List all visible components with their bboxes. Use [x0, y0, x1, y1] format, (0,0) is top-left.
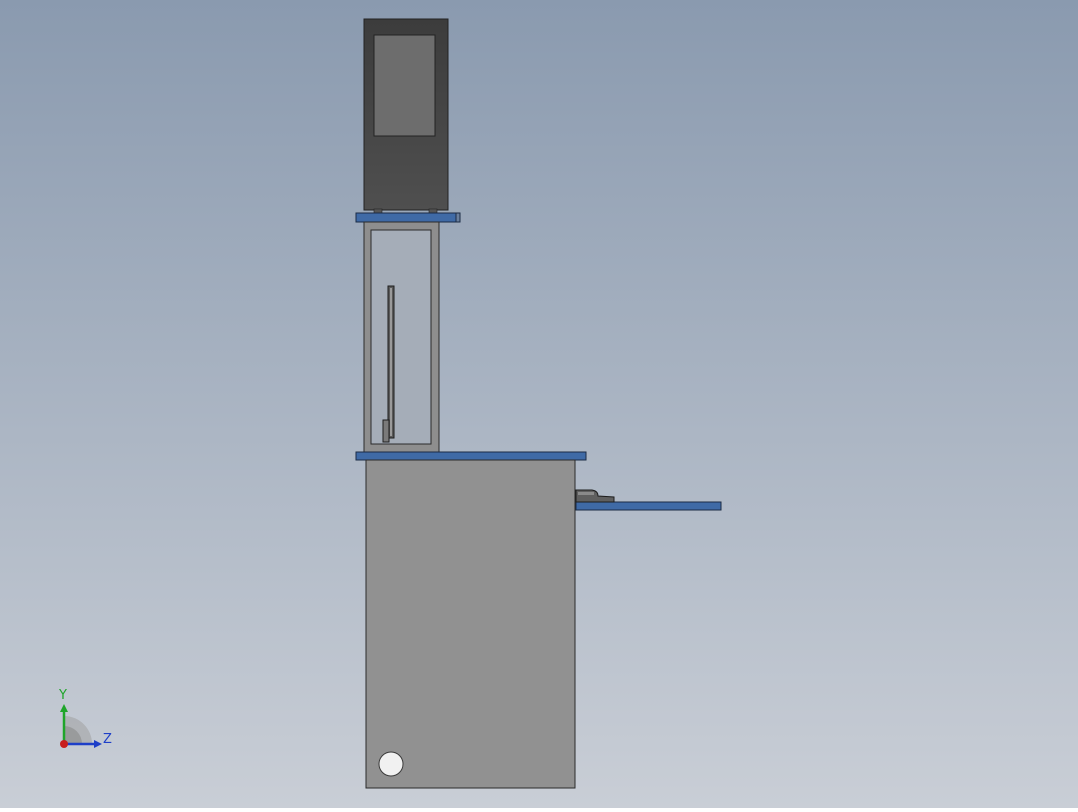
model-canvas[interactable]: [0, 0, 1078, 808]
cabinet-body[interactable]: [365, 459, 576, 789]
x-axis-dot: [60, 740, 68, 748]
upper-shelf[interactable]: [355, 212, 461, 223]
vertical-panel-edge: [390, 288, 392, 436]
countertop[interactable]: [355, 451, 587, 461]
frame-opening: [370, 229, 432, 445]
keyboard-keys: [578, 492, 594, 495]
panel-bracket: [382, 419, 390, 443]
monitor-foot-left: [373, 208, 383, 214]
caster-wheel: [378, 751, 404, 777]
triad-z-label: Z: [103, 732, 112, 747]
middle-frame[interactable]: [363, 221, 440, 454]
monitor-screen: [373, 34, 436, 137]
monitor-foot-right: [428, 208, 438, 214]
monitor-housing[interactable]: [363, 18, 449, 214]
3d-model-viewport[interactable]: Y Z: [0, 0, 1078, 808]
triad-y-label: Y: [59, 688, 67, 703]
